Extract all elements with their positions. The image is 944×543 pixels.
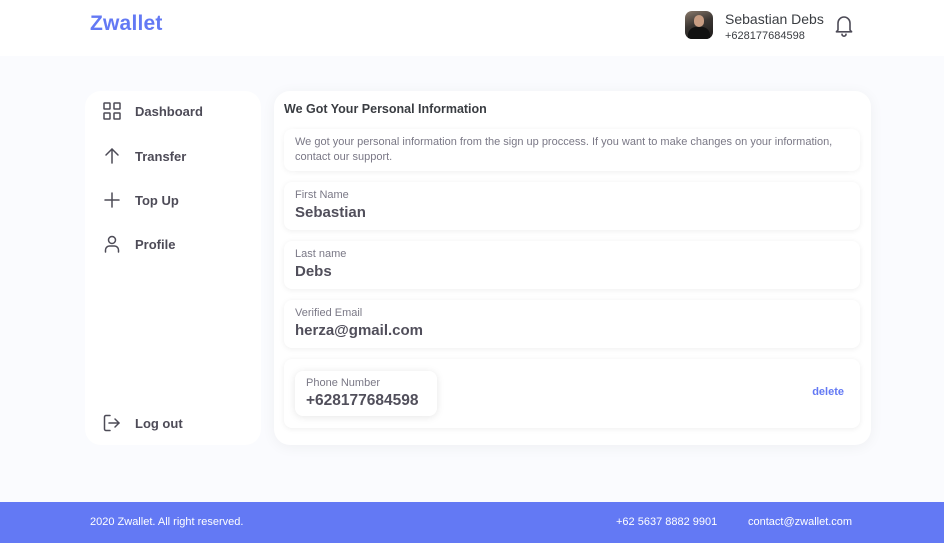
first-name-field: First Name Sebastian — [284, 182, 860, 230]
delete-phone-link[interactable]: delete — [812, 386, 844, 398]
field-label: Last name — [295, 248, 347, 260]
field-value: Debs — [295, 263, 332, 280]
sidebar: Dashboard Transfer Top Up Profile Log ou… — [85, 91, 261, 445]
info-description: We got your personal information from th… — [284, 129, 860, 171]
phone-number-value: +628177684598 — [306, 392, 419, 409]
phone-number-row: Phone Number +628177684598 delete — [284, 359, 860, 428]
field-label: Phone Number — [306, 377, 380, 389]
sidebar-item-label: Transfer — [135, 148, 187, 164]
sidebar-item-dashboard[interactable]: Dashboard — [103, 100, 203, 122]
bell-icon[interactable] — [834, 13, 854, 37]
top-header: Zwallet Sebastian Debs +628177684598 — [0, 0, 944, 56]
field-value: herza@gmail.com — [295, 322, 423, 339]
sidebar-item-label: Top Up — [135, 192, 179, 208]
last-name-field: Last name Debs — [284, 241, 860, 289]
verified-email-field: Verified Email herza@gmail.com — [284, 300, 860, 348]
plus-icon — [104, 192, 120, 208]
page-title: We Got Your Personal Information — [284, 102, 487, 116]
phone-number-card: Phone Number +628177684598 — [295, 371, 437, 416]
field-value: Sebastian — [295, 204, 366, 221]
footer-copyright: 2020 Zwallet. All right reserved. — [90, 516, 244, 528]
footer-email: contact@zwallet.com — [748, 516, 853, 528]
field-label: First Name — [295, 189, 349, 201]
user-phone: +628177684598 — [725, 30, 805, 42]
brand-logo[interactable]: Zwallet — [90, 12, 163, 36]
footer: 2020 Zwallet. All right reserved. +62 56… — [0, 502, 944, 543]
grid-icon — [103, 102, 121, 120]
sidebar-item-label: Profile — [135, 236, 176, 252]
sidebar-item-logout[interactable]: Log out — [103, 412, 183, 434]
sidebar-item-transfer[interactable]: Transfer — [103, 145, 186, 167]
user-avatar[interactable] — [685, 11, 713, 39]
arrow-up-icon — [105, 148, 119, 164]
user-name: Sebastian Debs — [725, 11, 824, 27]
sidebar-item-top-up[interactable]: Top Up — [103, 189, 179, 211]
sidebar-item-label: Log out — [135, 415, 183, 431]
logout-icon — [103, 414, 120, 432]
field-label: Verified Email — [295, 307, 363, 319]
avatar-face — [694, 15, 704, 27]
user-icon — [104, 235, 120, 253]
personal-info-panel: We Got Your Personal Information We got … — [274, 91, 871, 445]
sidebar-item-label: Dashboard — [135, 103, 203, 119]
avatar-body — [688, 27, 710, 39]
sidebar-item-profile[interactable]: Profile — [103, 233, 175, 255]
footer-phone: +62 5637 8882 9901 — [616, 516, 718, 528]
